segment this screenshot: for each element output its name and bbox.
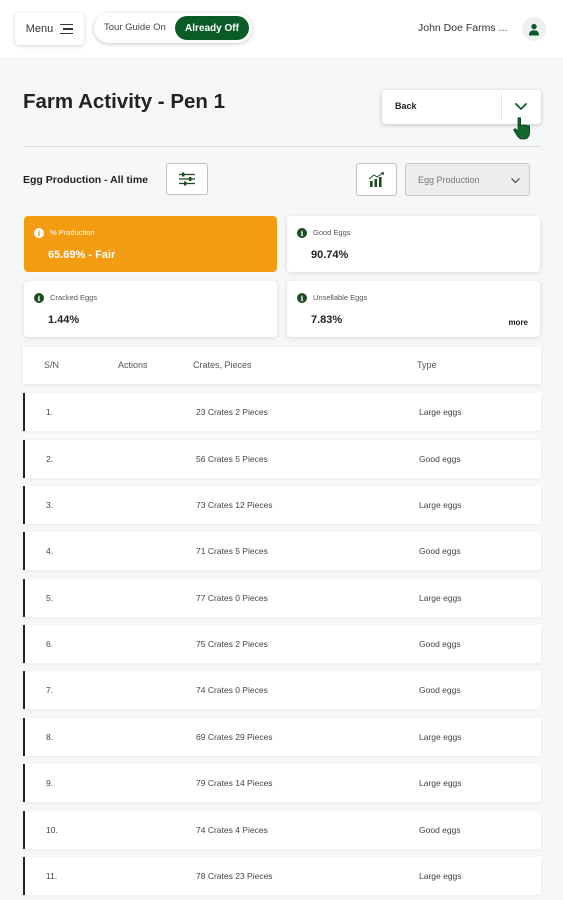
table-row[interactable]: 9. 79 Crates 14 Pieces Large eggs [23,764,541,802]
row-sn: 5. [46,593,54,603]
chart-view-button[interactable] [356,163,397,196]
row-quantity: 23 Crates 2 Pieces [196,407,268,417]
row-quantity: 69 Crates 29 Pieces [196,732,273,742]
row-sn: 6. [46,639,54,649]
column-header-sn: S/N [44,360,60,370]
stat-value: 90.74% [311,249,349,261]
filter-button[interactable] [166,163,208,195]
table-header: S/N Actions Crates, Pieces Type [23,347,541,384]
row-type: Good eggs [419,546,461,556]
row-type: Large eggs [419,871,462,881]
row-sn: 9. [46,778,54,788]
table-row[interactable]: 2. 56 Crates 5 Pieces Good eggs [23,440,541,478]
row-type: Large eggs [419,407,462,417]
row-quantity: 75 Crates 2 Pieces [196,639,268,649]
stat-card-production: i % Production 65.69% - Fair [24,216,277,272]
row-sn: 2. [46,454,54,464]
chevron-down-icon[interactable] [514,99,528,113]
row-sn: 8. [46,732,54,742]
row-type: Large eggs [419,778,462,788]
top-bar: Menu Tour Guide On Already Off John Doe … [0,0,563,57]
table-row[interactable]: 10. 74 Crates 4 Pieces Good eggs [23,811,541,849]
table-row[interactable]: 7. 74 Crates 0 Pieces Good eggs [23,671,541,709]
info-icon: i [34,293,44,303]
column-header-type: Type [417,360,437,370]
farm-name[interactable]: John Doe Farms ... [418,22,507,34]
row-quantity: 74 Crates 4 Pieces [196,825,268,835]
stat-value: 1.44% [48,314,80,326]
metric-select-value: Egg Production [418,175,480,185]
bar-chart-icon [368,171,384,187]
info-icon: i [34,228,44,238]
row-type: Large eggs [419,500,462,510]
row-sn: 7. [46,685,54,695]
chevron-down-icon [511,178,520,184]
tour-guide-toggle[interactable]: Tour Guide On Already Off [94,13,252,43]
hand-pointer-icon [513,117,530,140]
row-quantity: 77 Crates 0 Pieces [196,593,268,603]
tour-guide-on-option[interactable]: Tour Guide On [104,22,166,33]
row-sn: 11. [46,871,58,881]
menu-button[interactable]: Menu [15,13,84,45]
user-icon[interactable] [522,17,546,41]
column-header-quantity: Crates, Pieces [193,360,252,370]
back-label: Back [395,101,417,111]
row-type: Large eggs [419,593,462,603]
title-divider [23,146,541,147]
table-row[interactable]: 11. 78 Crates 23 Pieces Large eggs [23,857,541,895]
section-title: Egg Production - All time [23,174,149,186]
table-row[interactable]: 1. 23 Crates 2 Pieces Large eggs [23,393,541,431]
row-type: Good eggs [419,825,461,835]
column-header-actions: Actions [118,360,148,370]
info-icon: i [297,228,307,238]
tour-guide-off-option[interactable]: Already Off [175,16,249,40]
filter-sliders-icon [179,172,195,186]
row-sn: 4. [46,546,54,556]
stat-card-unsellable-eggs: i Unsellable Eggs 7.83% more [287,281,540,337]
stat-value: 65.69% - Fair [48,249,116,261]
row-quantity: 71 Crates 5 Pieces [196,546,268,556]
stat-label: Good Eggs [313,228,351,237]
stat-card-cracked-eggs: i Cracked Eggs 1.44% [24,281,277,337]
info-icon: i [297,293,307,303]
row-quantity: 78 Crates 23 Pieces [196,871,273,881]
stat-card-good-eggs: i Good Eggs 90.74% [287,216,540,272]
row-type: Good eggs [419,639,461,649]
stat-label: Unsellable Eggs [313,293,368,302]
row-quantity: 56 Crates 5 Pieces [196,454,268,464]
row-sn: 10. [46,825,58,835]
table-row[interactable]: 3. 73 Crates 12 Pieces Large eggs [23,486,541,524]
row-quantity: 73 Crates 12 Pieces [196,500,273,510]
metric-select[interactable]: Egg Production [405,163,530,196]
hamburger-icon [60,24,74,34]
row-sn: 3. [46,500,54,510]
row-type: Large eggs [419,732,462,742]
more-link[interactable]: more [508,318,528,327]
page-title: Farm Activity - Pen 1 [23,90,226,113]
table-row[interactable]: 4. 71 Crates 5 Pieces Good eggs [23,532,541,570]
row-type: Good eggs [419,685,461,695]
dropdown-separator [501,94,502,120]
table-row[interactable]: 5. 77 Crates 0 Pieces Large eggs [23,579,541,617]
stat-label: % Production [50,228,95,237]
menu-label: Menu [25,23,54,35]
table-row[interactable]: 8. 69 Crates 29 Pieces Large eggs [23,718,541,756]
row-sn: 1. [46,407,54,417]
row-type: Good eggs [419,454,461,464]
stat-value: 7.83% [311,314,343,326]
row-quantity: 79 Crates 14 Pieces [196,778,273,788]
stat-label: Cracked Eggs [50,293,98,302]
table-row[interactable]: 6. 75 Crates 2 Pieces Good eggs [23,625,541,663]
row-quantity: 74 Crates 0 Pieces [196,685,268,695]
